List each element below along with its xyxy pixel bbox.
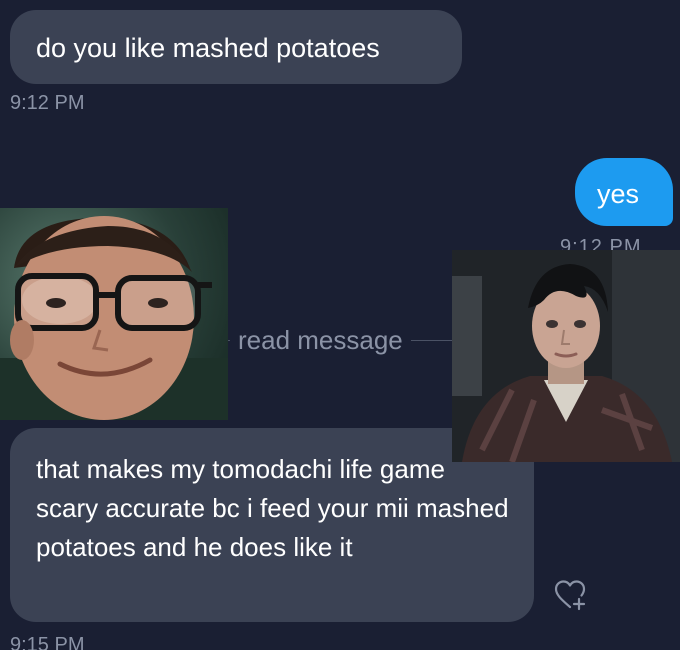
message-text: yes [597,179,640,209]
message-text: do you like mashed potatoes [36,33,380,63]
message-timestamp: 9:12 PM [10,92,85,114]
read-divider-label: read message [230,324,411,356]
heart-plus-icon[interactable] [553,578,587,612]
message-bubble-outgoing[interactable]: yes [575,158,673,226]
message-timestamp: 9:12 PM [560,236,642,250]
message-text: that makes my tomodachi life game scary … [36,454,509,562]
reaction-photo-dark-hair-man [452,250,680,462]
reaction-photo-glasses-man [0,208,228,420]
message-timestamp: 9:15 PM [10,634,85,650]
message-bubble-incoming[interactable]: do you like mashed potatoes [10,10,462,84]
